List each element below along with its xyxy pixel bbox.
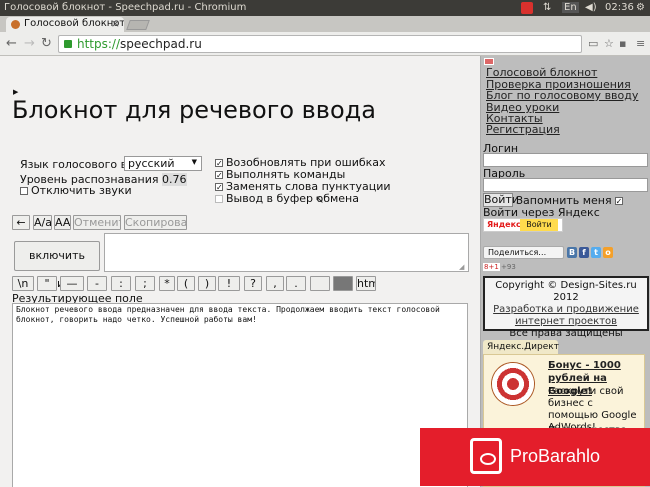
expand-triangle-icon[interactable]: ▶ (13, 88, 18, 96)
forward-icon[interactable]: → (24, 36, 35, 51)
disable-sounds-label: Отключить звуки (31, 184, 132, 197)
main-area: ▶ Блокнот для речевого ввода Язык голосо… (0, 56, 480, 487)
result-text-field[interactable]: Блокнот речевого ввода предназначен для … (12, 303, 468, 487)
page-content: ▶ Блокнот для речевого ввода Язык голосо… (0, 56, 650, 487)
lock-icon (64, 40, 72, 48)
option-punctuation-checkbox[interactable]: ✓ (215, 183, 223, 192)
clock: 02:36 (605, 2, 634, 13)
punctuation-button[interactable]: htm (356, 276, 376, 291)
punctuation-button[interactable]: \n (12, 276, 34, 291)
record-indicator-icon (521, 2, 533, 14)
new-tab-button[interactable] (126, 20, 150, 30)
favicon-icon (11, 20, 20, 29)
chevron-down-icon: ▼ (191, 158, 197, 166)
option-commands-checkbox[interactable]: ✓ (215, 171, 223, 180)
punctuation-button[interactable]: - (87, 276, 107, 291)
power-icon[interactable]: ⚙ (636, 2, 645, 13)
browser-tab[interactable]: Голосовой блокнот × (6, 17, 124, 32)
close-tab-icon[interactable]: × (111, 17, 120, 30)
sidebar: Голосовой блокнот Проверка произношения … (480, 56, 650, 487)
yandex-logo-text: Яндекс (487, 220, 521, 229)
punctuation-button[interactable] (310, 276, 330, 291)
remember-me-checkbox[interactable]: ✓ (614, 197, 623, 206)
tab-strip: Голосовой блокнот × (0, 16, 650, 32)
developer-link[interactable]: Разработка и продвижение интернет проект… (485, 304, 647, 328)
watermark-brand: ProBarahlo (510, 446, 601, 466)
keyboard-layout-indicator[interactable]: En (562, 2, 579, 13)
copyright-box: Copyright © Design-Sites.ru 2012 Разрабо… (483, 276, 649, 339)
interim-text-field[interactable] (104, 233, 469, 272)
browser-toolbar: ← → ↻ https://speechpad.ru ▭ ☆ ▪ ≡ (0, 32, 650, 56)
punctuation-button[interactable]: ( (177, 276, 195, 291)
punctuation-button[interactable]: ! (218, 276, 240, 291)
language-flag-icon[interactable] (484, 58, 494, 65)
language-value: русский (128, 157, 175, 170)
bookmark-star-icon[interactable]: ☆ (604, 37, 614, 50)
punctuation-button[interactable]: ) (198, 276, 216, 291)
network-icon[interactable]: ⇅ (543, 2, 551, 13)
twitter-icon[interactable]: t (591, 247, 601, 258)
punctuation-button[interactable]: : (111, 276, 131, 291)
punctuation-button[interactable]: ; (135, 276, 155, 291)
url-host: speechpad.ru (120, 37, 202, 51)
cast-icon[interactable]: ▭ (588, 37, 598, 50)
copy-button[interactable]: Скопировать (124, 215, 187, 230)
uppercase-button[interactable]: AA (54, 215, 71, 230)
window-title: Голосовой блокнот - Speechpad.ru - Chrom… (4, 2, 247, 13)
start-recording-button[interactable]: включить запись (14, 241, 100, 290)
punctuation-button[interactable]: " (37, 276, 57, 291)
back-icon[interactable]: ← (6, 36, 17, 51)
menu-icon[interactable]: ≡ (636, 37, 645, 50)
address-bar[interactable]: https://speechpad.ru (58, 35, 582, 53)
keyboard-icon[interactable] (333, 276, 353, 291)
mouse-cursor-icon: ↖ (315, 193, 325, 206)
punctuation-button[interactable]: ? (244, 276, 262, 291)
url-scheme: https:// (77, 37, 121, 51)
punctuation-button[interactable]: — (60, 276, 84, 291)
tab-title: Голосовой блокнот (24, 18, 124, 29)
reload-icon[interactable]: ↻ (41, 36, 52, 51)
sidebar-link-register[interactable]: Регистрация (486, 123, 560, 136)
option-resume-checkbox[interactable]: ✓ (215, 159, 223, 168)
punctuation-button[interactable]: * (159, 276, 175, 291)
resize-handle-icon[interactable]: ◢ (459, 263, 464, 271)
yandex-logo: Яндекс (484, 219, 521, 231)
google-plus-count: +93 (501, 263, 516, 271)
copyright-text: Copyright © Design-Sites.ru 2012 (495, 280, 637, 303)
volume-icon[interactable]: ◀) (585, 2, 597, 13)
watermark-banner: ProBarahlo (420, 428, 650, 486)
language-select[interactable]: русский ▼ (124, 156, 202, 171)
recognition-value: 0.76 (162, 173, 187, 186)
target-icon (492, 363, 534, 405)
backspace-button[interactable]: ← (12, 215, 30, 230)
odnoklassniki-icon[interactable]: o (603, 247, 613, 258)
os-title-bar: Голосовой блокнот - Speechpad.ru - Chrom… (0, 0, 650, 16)
share-button[interactable]: Поделиться… (483, 246, 564, 259)
rights-text: Все права защищены (509, 328, 623, 339)
yandex-go: Войти (520, 219, 558, 231)
option-clipboard-checkbox[interactable] (215, 195, 223, 203)
option-clipboard[interactable]: Вывод в буфер обмена (215, 192, 359, 205)
undo-button[interactable]: Отменить (73, 215, 121, 230)
login-input[interactable] (483, 153, 648, 167)
vk-icon[interactable]: В (567, 247, 577, 258)
option-clipboard-label: Вывод в буфер обмена (226, 192, 359, 205)
punctuation-button[interactable]: . (286, 276, 306, 291)
facebook-icon[interactable]: f (579, 247, 589, 258)
login-button[interactable]: Войти (483, 193, 519, 207)
yandex-direct-label[interactable]: Яндекс.Директ (483, 340, 559, 354)
camera-icon (470, 438, 502, 474)
toggle-case-button[interactable]: A/a (33, 215, 52, 230)
page-title: Блокнот для речевого ввода (12, 96, 376, 124)
password-input[interactable] (483, 178, 648, 192)
punctuation-button[interactable]: , (266, 276, 284, 291)
extension-icon[interactable]: ▪ (619, 37, 626, 50)
yandex-login-button[interactable]: Яндекс Войти (483, 218, 563, 232)
google-plus-button[interactable]: 8+1 (483, 263, 500, 271)
disable-sounds-checkbox[interactable] (20, 187, 28, 195)
disable-sounds-option[interactable]: Отключить звуки (20, 184, 132, 197)
